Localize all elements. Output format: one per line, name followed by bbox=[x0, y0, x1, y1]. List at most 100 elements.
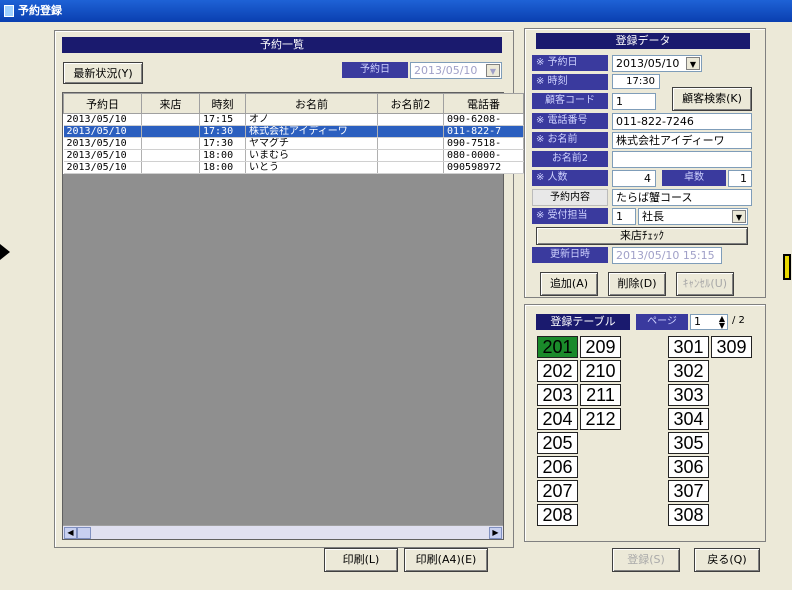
page-total: / 2 bbox=[732, 315, 745, 326]
table-row[interactable]: 2013/05/10 17:30 ヤマグチ 090-7518- bbox=[63, 137, 524, 150]
name2-input[interactable] bbox=[612, 151, 752, 168]
table-cell bbox=[377, 113, 444, 126]
table-309-button[interactable]: 309 bbox=[711, 336, 752, 358]
table-cell bbox=[377, 161, 444, 174]
time-input[interactable]: 17:30 bbox=[612, 74, 660, 89]
phone-label: ※ 電話番号 bbox=[532, 113, 608, 129]
name-input[interactable]: 株式会社アイディーワ bbox=[612, 132, 752, 149]
people-input[interactable]: 4 bbox=[612, 170, 656, 187]
table-row[interactable]: 2013/05/10 18:00 いまむら 080-0000- bbox=[63, 149, 524, 162]
staff-select[interactable]: 社長 ▼ bbox=[638, 208, 748, 225]
table-307-button[interactable]: 307 bbox=[668, 480, 709, 502]
register-button[interactable]: 登録(S) bbox=[612, 548, 680, 572]
customer-code-label: 顧客コード bbox=[532, 93, 608, 109]
page-spinner[interactable]: 1 ▲ ▼ bbox=[690, 314, 728, 330]
date-filter-select[interactable]: 2013/05/10 ▼ bbox=[410, 62, 502, 79]
list-panel-title: 予約一覧 bbox=[62, 37, 502, 53]
column-header[interactable]: 電話番 bbox=[443, 93, 524, 114]
chevron-down-icon[interactable]: ▼ bbox=[486, 64, 500, 77]
staff-code-input[interactable]: 1 bbox=[612, 208, 636, 225]
column-header[interactable]: お名前2 bbox=[377, 93, 444, 114]
content-input[interactable]: たらば蟹コース bbox=[612, 189, 752, 206]
table-209-button[interactable]: 209 bbox=[580, 336, 621, 358]
table-cell: 090598972 bbox=[443, 161, 524, 174]
column-header[interactable]: お名前 bbox=[245, 93, 378, 114]
table-cell: 18:00 bbox=[199, 149, 246, 162]
app-icon bbox=[4, 5, 14, 17]
table-201-button[interactable]: 201 bbox=[537, 336, 578, 358]
add-button[interactable]: 追加(A) bbox=[540, 272, 598, 296]
people-label: ※ 人数 bbox=[532, 170, 608, 186]
table-212-button[interactable]: 212 bbox=[580, 408, 621, 430]
time-label: ※ 時刻 bbox=[532, 74, 608, 90]
back-button[interactable]: 戻る(Q) bbox=[694, 548, 760, 572]
table-panel-title: 登録テーブル bbox=[536, 314, 630, 330]
refresh-button[interactable]: 最新状況(Y) bbox=[63, 62, 143, 84]
table-302-button[interactable]: 302 bbox=[668, 360, 709, 382]
scroll-right-icon[interactable]: ▶ bbox=[489, 527, 502, 539]
table-row[interactable]: 2013/05/10 18:00 いとう 090598972 bbox=[63, 161, 524, 174]
table-cell: 17:30 bbox=[199, 137, 246, 150]
table-cell bbox=[141, 149, 200, 162]
table-row[interactable]: 2013/05/10 17:30 株式会社アイディーワ 011-822-7 bbox=[63, 125, 524, 138]
window-title: 予約登録 bbox=[18, 4, 62, 17]
table-cell: 2013/05/10 bbox=[63, 161, 142, 174]
table-301-button[interactable]: 301 bbox=[668, 336, 709, 358]
table-cell bbox=[141, 113, 200, 126]
table-211-button[interactable]: 211 bbox=[580, 384, 621, 406]
reservation-date-value: 2013/05/10 bbox=[616, 57, 680, 70]
table-208-button[interactable]: 208 bbox=[537, 504, 578, 526]
horizontal-scrollbar[interactable]: ◀ ▶ bbox=[63, 525, 503, 539]
table-cell: 株式会社アイディーワ bbox=[245, 125, 378, 138]
scroll-left-icon[interactable]: ◀ bbox=[64, 527, 77, 539]
staff-name-value: 社長 bbox=[642, 210, 664, 223]
chevron-down-icon[interactable]: ▼ bbox=[732, 210, 746, 223]
name2-label: お名前2 bbox=[532, 151, 608, 167]
table-cell: いとう bbox=[245, 161, 378, 174]
table-207-button[interactable]: 207 bbox=[537, 480, 578, 502]
phone-input[interactable]: 011-822-7246 bbox=[612, 113, 752, 130]
customer-search-button[interactable]: 顧客検索(K) bbox=[672, 87, 752, 111]
delete-button[interactable]: 削除(D) bbox=[608, 272, 666, 296]
table-cell: 18:00 bbox=[199, 161, 246, 174]
date-filter-value: 2013/05/10 bbox=[414, 64, 478, 77]
tables-count-input[interactable]: 1 bbox=[728, 170, 752, 187]
left-arrow-icon bbox=[0, 244, 10, 260]
reservation-date-select[interactable]: 2013/05/10 ▼ bbox=[612, 55, 702, 72]
column-header[interactable]: 時刻 bbox=[199, 93, 246, 114]
updated-datetime: 2013/05/10 15:15 bbox=[612, 247, 722, 264]
table-203-button[interactable]: 203 bbox=[537, 384, 578, 406]
table-306-button[interactable]: 306 bbox=[668, 456, 709, 478]
table-cell: 2013/05/10 bbox=[63, 137, 142, 150]
spinner-arrows-icon[interactable]: ▲ ▼ bbox=[719, 315, 725, 329]
table-303-button[interactable]: 303 bbox=[668, 384, 709, 406]
chevron-down-icon[interactable]: ▼ bbox=[686, 57, 700, 70]
table-cell: 080-0000- bbox=[443, 149, 524, 162]
table-304-button[interactable]: 304 bbox=[668, 408, 709, 430]
print-button[interactable]: 印刷(L) bbox=[324, 548, 398, 572]
updated-label: 更新日時 bbox=[532, 247, 608, 263]
table-305-button[interactable]: 305 bbox=[668, 432, 709, 454]
name-label: ※ お名前 bbox=[532, 132, 608, 148]
content-label: 予約内容 bbox=[532, 189, 608, 206]
table-cell bbox=[141, 125, 200, 138]
print-a4-button[interactable]: 印刷(A4)(E) bbox=[404, 548, 488, 572]
column-header[interactable]: 予約日 bbox=[63, 93, 142, 114]
table-202-button[interactable]: 202 bbox=[537, 360, 578, 382]
reservation-table[interactable]: 予約日 来店 時刻 お名前 お名前2 電話番 2013/05/10 17:15 オノ 090-6… bbox=[62, 92, 524, 540]
table-cell: 090-7518- bbox=[443, 137, 524, 150]
date-label: ※ 予約日 bbox=[532, 55, 608, 71]
table-308-button[interactable]: 308 bbox=[668, 504, 709, 526]
visit-check-button[interactable]: 来店ﾁｪｯｸ bbox=[536, 227, 748, 245]
table-cell: オノ bbox=[245, 113, 378, 126]
table-206-button[interactable]: 206 bbox=[537, 456, 578, 478]
column-header[interactable]: 来店 bbox=[141, 93, 200, 114]
table-205-button[interactable]: 205 bbox=[537, 432, 578, 454]
scroll-thumb[interactable] bbox=[77, 527, 91, 539]
table-204-button[interactable]: 204 bbox=[537, 408, 578, 430]
table-row[interactable]: 2013/05/10 17:15 オノ 090-6208- bbox=[63, 113, 524, 126]
page-label: ページ bbox=[636, 314, 688, 330]
cancel-button[interactable]: ｷｬﾝｾﾙ(U) bbox=[676, 272, 734, 296]
table-210-button[interactable]: 210 bbox=[580, 360, 621, 382]
customer-code-input[interactable]: 1 bbox=[612, 93, 656, 110]
